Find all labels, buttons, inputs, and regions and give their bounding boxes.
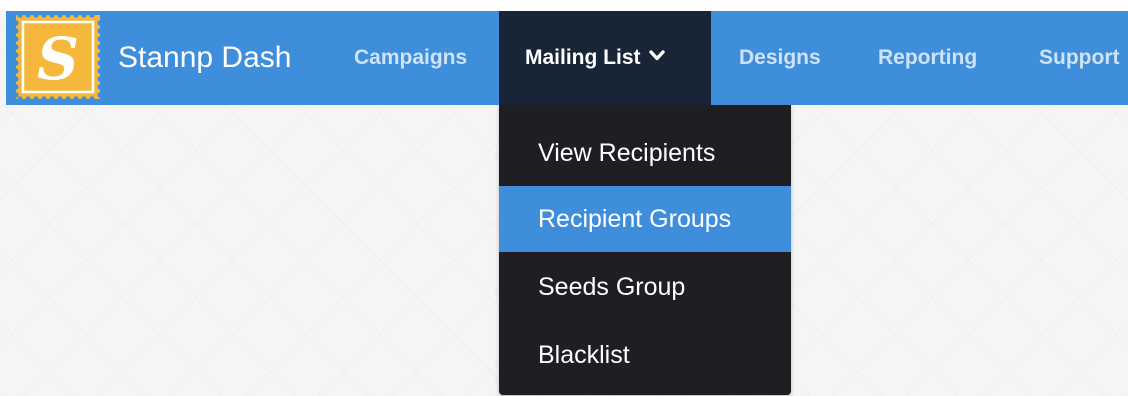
mailing-list-dropdown: View Recipients Recipient Groups Seeds G…: [499, 105, 791, 395]
logo-letter: S: [37, 25, 79, 93]
dropdown-item-recipient-groups[interactable]: Recipient Groups: [499, 186, 791, 252]
navbar: S Stannp Dash Campaigns Mailing List Des…: [6, 11, 1128, 105]
dropdown-item-blacklist[interactable]: Blacklist: [499, 322, 791, 388]
nav-mailing-list-label: Mailing List: [525, 46, 641, 69]
nav-mailing-list[interactable]: Mailing List: [499, 11, 711, 105]
brand-name[interactable]: Stannp Dash: [118, 11, 291, 105]
top-strip: [0, 0, 1128, 11]
nav-reporting[interactable]: Reporting: [878, 11, 977, 105]
dropdown-item-seeds-group[interactable]: Seeds Group: [499, 254, 791, 320]
dropdown-item-view-recipients[interactable]: View Recipients: [499, 120, 791, 186]
nav-campaigns[interactable]: Campaigns: [354, 11, 467, 105]
nav-support[interactable]: Support: [1039, 11, 1119, 105]
nav-designs[interactable]: Designs: [739, 11, 821, 105]
stamp-logo-icon[interactable]: S: [14, 13, 102, 101]
chevron-down-icon: [648, 50, 665, 62]
